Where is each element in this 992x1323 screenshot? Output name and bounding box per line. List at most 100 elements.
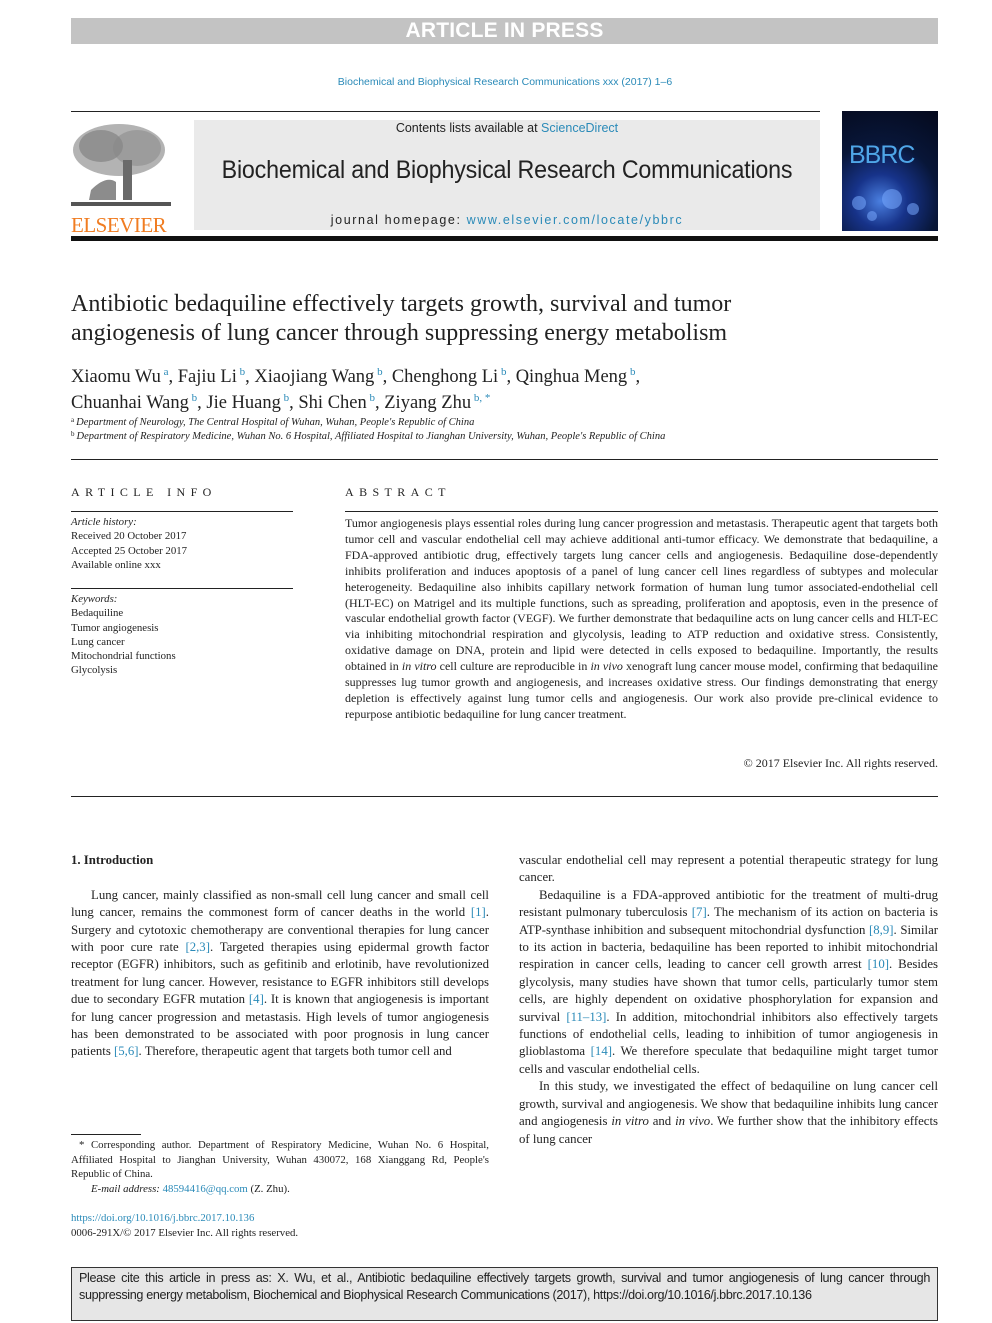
- author-name: Chenghong Li: [391, 367, 499, 387]
- reference-link[interactable]: [10]: [868, 957, 889, 971]
- homepage-prefix: journal homepage:: [330, 213, 467, 227]
- article-history-label: Article history:: [71, 516, 137, 528]
- abstract-italic: in vivo: [590, 659, 623, 674]
- elsevier-wordmark: ELSEVIER: [71, 213, 167, 237]
- author-separator: ,: [506, 367, 516, 387]
- author-separator: ,: [382, 367, 392, 387]
- paragraph: vascular endothelial cell may represent …: [519, 853, 938, 885]
- doi-block: https://doi.org/10.1016/j.bbrc.2017.10.1…: [71, 1211, 489, 1240]
- reference-link[interactable]: [7]: [692, 905, 707, 919]
- affiliation-b: b Department of Respiratory Medicine, Wuh…: [71, 430, 665, 442]
- sciencedirect-link[interactable]: ScienceDirect: [541, 121, 618, 135]
- affiliation-text: Department of Neurology, The Central Hos…: [76, 417, 475, 428]
- author-name: Shi Chen: [298, 393, 367, 413]
- author-affiliation-mark[interactable]: b: [367, 392, 376, 404]
- section-heading-introduction: 1. Introduction: [71, 853, 154, 867]
- body-column-right: vascular endothelial cell may represent …: [519, 852, 938, 1148]
- journal-cover-image[interactable]: BBRC: [842, 111, 938, 231]
- reference-link[interactable]: [4]: [249, 992, 264, 1006]
- email-label: E-mail address:: [91, 1182, 160, 1195]
- email-line: E-mail address: 48594416@qq.com (Z. Zhu)…: [71, 1182, 489, 1197]
- author-name: Fajiu Li: [177, 367, 237, 387]
- author-separator: ,: [375, 393, 385, 413]
- keywords-label: Keywords:: [71, 593, 118, 605]
- keyword: Lung cancer: [71, 635, 125, 648]
- corresponding-text: * Corresponding author. Department of Re…: [71, 1139, 489, 1180]
- italic-text: in vivo: [675, 1114, 711, 1129]
- keywords-rule: [71, 588, 293, 589]
- elsevier-tree-icon: [71, 120, 171, 210]
- text-run: . Therefore, therapeutic agent that targ…: [138, 1044, 452, 1059]
- footnote-rule: [71, 1134, 141, 1135]
- header-divider: [71, 459, 938, 460]
- reference-link[interactable]: [1]: [471, 905, 486, 919]
- masthead-top-rule: [71, 111, 820, 112]
- contents-available-line: Contents lists available at ScienceDirec…: [194, 121, 820, 135]
- reference-link[interactable]: [11–13]: [566, 1010, 606, 1024]
- reference-link[interactable]: [8,9]: [869, 923, 894, 937]
- masthead-bottom-rule: [71, 236, 938, 241]
- history-accepted: Accepted 25 October 2017: [71, 544, 188, 557]
- article-info-rule: [71, 511, 293, 512]
- abstract-italic: in vitro: [401, 659, 437, 674]
- keyword: Tumor angiogenesis: [71, 621, 159, 634]
- author-name: Xiaojiang Wang: [254, 367, 375, 387]
- affiliation-a: a Department of Neurology, The Central Ho…: [71, 416, 474, 428]
- reference-link[interactable]: [2,3]: [185, 940, 210, 954]
- abstract-copyright: © 2017 Elsevier Inc. All rights reserved…: [743, 756, 938, 770]
- journal-homepage-link[interactable]: www.elsevier.com/locate/ybbrc: [467, 213, 684, 227]
- author-name: Qinghua Meng: [515, 367, 628, 387]
- cover-bokeh-dot: [852, 196, 866, 210]
- article-info-heading: ARTICLE INFO: [71, 485, 217, 499]
- keyword: Bedaquiline: [71, 607, 124, 620]
- issn-copyright: 0006-291X/© 2017 Elsevier Inc. All right…: [71, 1226, 299, 1239]
- history-available: Available online xxx: [71, 558, 161, 571]
- author-affiliation-mark[interactable]: b: [281, 392, 290, 404]
- author-affiliation-mark[interactable]: b: [237, 366, 246, 378]
- abstract-segment: Tumor angiogenesis plays essential roles…: [345, 516, 938, 674]
- keyword: Mitochondrial functions: [71, 650, 176, 663]
- text-run: Lung cancer, mainly classified as non-sm…: [71, 887, 489, 920]
- abstract-text: Tumor angiogenesis plays essential roles…: [345, 516, 938, 723]
- author-name: Jie Huang: [206, 393, 281, 413]
- elsevier-logo[interactable]: ELSEVIER: [71, 120, 171, 237]
- author-affiliation-mark[interactable]: b: [189, 392, 198, 404]
- affiliation-key: a: [71, 416, 75, 424]
- cover-bokeh-dot: [867, 211, 877, 221]
- affiliation-text: Department of Respiratory Medicine, Wuha…: [76, 431, 666, 442]
- paragraph: Bedaquiline is a FDA-approved antibiotic…: [519, 887, 938, 1078]
- cover-title: BBRC: [849, 141, 915, 169]
- author-name: Ziyang Zhu: [384, 393, 472, 413]
- keyword: Glycolysis: [71, 664, 118, 677]
- paragraph: In this study, we investigated the effec…: [519, 1078, 938, 1148]
- doi-link[interactable]: https://doi.org/10.1016/j.bbrc.2017.10.1…: [71, 1211, 489, 1226]
- author-list: Xiaomu Wu a, Fajiu Li b, Xiaojiang Wang …: [71, 362, 871, 414]
- affiliation-key: b: [71, 430, 75, 438]
- citation-box: Please cite this article in press as: X.…: [71, 1267, 938, 1321]
- italic-text: in vitro: [611, 1114, 649, 1129]
- journal-reference-link[interactable]: Biochemical and Biophysical Research Com…: [0, 76, 992, 88]
- author-separator: ,: [168, 367, 178, 387]
- article-history: Article history: Received 20 October 201…: [71, 515, 187, 572]
- cover-bokeh-dot: [882, 189, 902, 209]
- email-link[interactable]: 48594416@qq.com: [163, 1183, 248, 1195]
- text-run: and: [648, 1114, 676, 1129]
- journal-title: Biochemical and Biophysical Research Com…: [221, 156, 793, 184]
- author-separator: ,: [289, 393, 299, 413]
- body-column-left: 1. Introduction Lung cancer, mainly clas…: [71, 852, 489, 1061]
- author-name: Chuanhai Wang: [71, 393, 189, 413]
- author-separator: ,: [245, 367, 255, 387]
- author-affiliation-mark[interactable]: b, *: [471, 392, 491, 404]
- email-suffix: (Z. Zhu).: [247, 1182, 290, 1195]
- abstract-segment: cell culture are reproducible in: [436, 659, 591, 674]
- abstract-heading: ABSTRACT: [345, 485, 451, 499]
- contents-prefix: Contents lists available at: [395, 121, 542, 135]
- author-affiliation-mark[interactable]: a: [161, 366, 169, 378]
- article-title: Antibiotic bedaquiline effectively targe…: [71, 291, 732, 346]
- author-separator: ,: [197, 393, 207, 413]
- history-received: Received 20 October 2017: [71, 530, 187, 543]
- author-affiliation-mark[interactable]: b: [374, 366, 383, 378]
- keywords-list: Keywords: Bedaquiline Tumor angiogenesis…: [71, 592, 176, 678]
- reference-link[interactable]: [5,6]: [114, 1044, 139, 1058]
- reference-link[interactable]: [14]: [591, 1044, 612, 1058]
